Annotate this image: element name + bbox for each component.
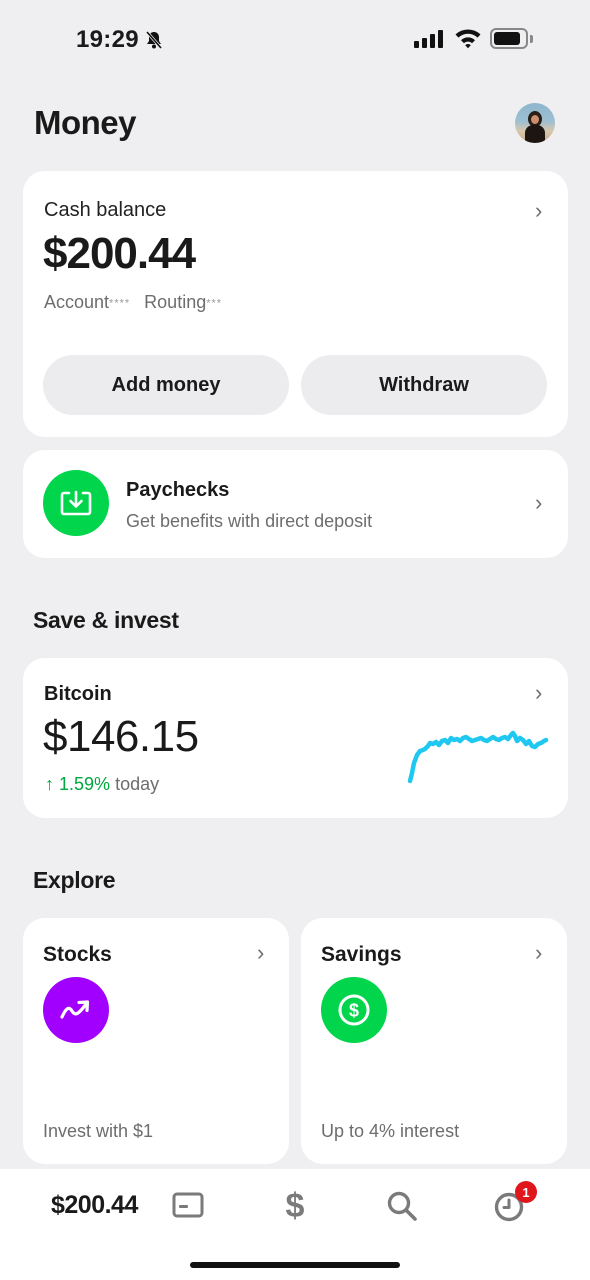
routing-number[interactable]: Routing*** [144, 292, 222, 313]
cellular-signal-icon [414, 30, 443, 48]
page-title: Money [34, 104, 137, 141]
status-bar: 19:29 [0, 0, 590, 80]
stocks-title: Stocks [43, 943, 112, 966]
bitcoin-sparkline [407, 730, 549, 784]
account-routing-row: Account**** Routing*** [44, 292, 222, 313]
cash-balance-label: Cash balance [44, 199, 167, 221]
home-indicator [190, 1262, 400, 1268]
bell-muted-icon [145, 31, 163, 49]
bitcoin-change-percent: 1.59% [59, 774, 111, 794]
tab-money-balance[interactable]: $200.44 [51, 1191, 138, 1220]
chevron-right-icon: › [535, 490, 543, 515]
dollar-icon[interactable]: $ [281, 1189, 309, 1223]
svg-text:$: $ [286, 1189, 305, 1223]
wifi-icon [455, 29, 481, 49]
bitcoin-change-suffix: today [115, 774, 160, 794]
section-explore: Explore [33, 867, 116, 893]
savings-tile[interactable]: Savings › $ Up to 4% interest [301, 918, 567, 1164]
search-icon[interactable] [385, 1189, 419, 1223]
dollar-circle-icon: $ [321, 977, 387, 1043]
section-save-invest: Save & invest [33, 607, 179, 633]
svg-text:$: $ [349, 1001, 359, 1021]
status-time: 19:29 [76, 26, 139, 53]
battery-icon [490, 28, 528, 49]
chevron-right-icon: › [535, 940, 543, 965]
paychecks-subtitle: Get benefits with direct deposit [126, 511, 373, 531]
activity-badge: 1 [515, 1181, 537, 1203]
paychecks-title: Paychecks [126, 479, 230, 501]
direct-deposit-icon [43, 470, 109, 536]
card-icon[interactable] [171, 1189, 205, 1221]
savings-subtitle: Up to 4% interest [321, 1121, 460, 1141]
chevron-right-icon: › [257, 940, 265, 965]
trend-up-icon [43, 977, 109, 1043]
stocks-tile[interactable]: Stocks › Invest with $1 [23, 918, 289, 1164]
withdraw-button[interactable]: Withdraw [301, 355, 547, 415]
chevron-right-icon: › [535, 680, 543, 705]
paychecks-card[interactable]: Paychecks Get benefits with direct depos… [23, 450, 568, 558]
bitcoin-card[interactable]: Bitcoin › $146.15 ↑ 1.59% today [23, 658, 568, 818]
chevron-right-icon: › [535, 198, 543, 223]
bitcoin-amount: $146.15 [43, 712, 199, 761]
stocks-subtitle: Invest with $1 [43, 1121, 154, 1141]
bitcoin-change: ↑ 1.59% today [45, 774, 159, 795]
cash-balance-amount: $200.44 [43, 229, 196, 278]
battery-tip [530, 35, 533, 43]
savings-title: Savings [321, 943, 402, 966]
profile-avatar[interactable] [515, 103, 555, 143]
account-number[interactable]: Account**** [44, 292, 130, 313]
arrow-up-icon: ↑ [45, 774, 54, 794]
bottom-tab-bar: $200.44 $ 1 [0, 1169, 590, 1280]
cash-balance-card[interactable]: Cash balance › $200.44 Account**** Routi… [23, 171, 568, 437]
add-money-button[interactable]: Add money [43, 355, 289, 415]
bitcoin-title: Bitcoin [44, 683, 112, 705]
